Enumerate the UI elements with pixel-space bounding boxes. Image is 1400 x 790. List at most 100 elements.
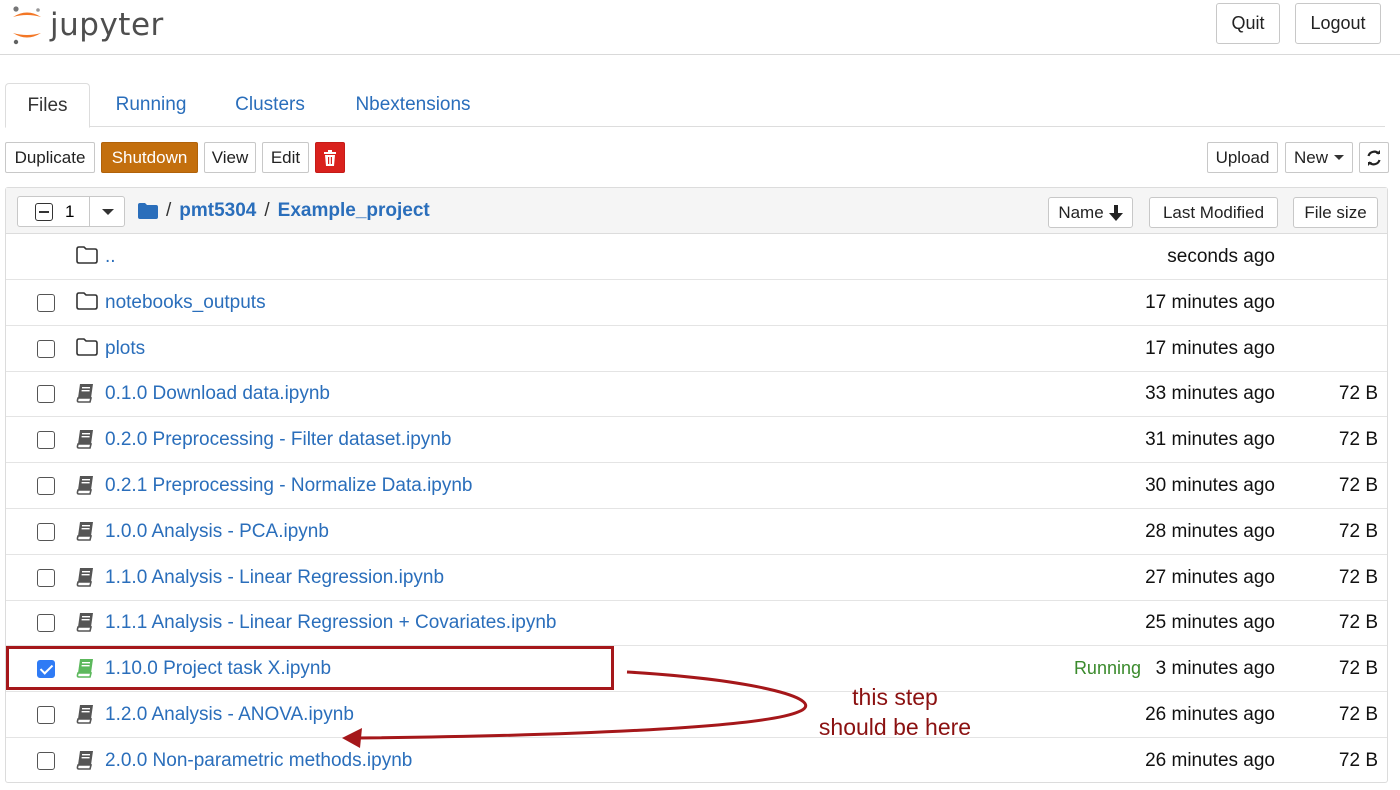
file-row[interactable]: plots 17 minutes ago [6, 326, 1387, 372]
view-button[interactable]: View [204, 142, 256, 173]
select-all-dropdown[interactable]: 1 [17, 196, 125, 227]
new-button-label: New [1294, 147, 1329, 167]
row-checkbox[interactable] [37, 751, 55, 770]
row-checkbox[interactable] [37, 706, 55, 724]
notebook-icon [76, 383, 98, 404]
file-size: 72 B [1338, 612, 1378, 634]
file-size: 72 B [1338, 704, 1378, 725]
last-modified: 25 minutes ago [1145, 612, 1275, 634]
file-row[interactable]: 0.1.0 Download data.ipynb 33 minutes ago 7… [6, 371, 1387, 418]
tab-clusters[interactable]: Clusters [225, 83, 315, 127]
app-header: jupyter Quit Logout [0, 0, 1400, 55]
breadcrumb-separator: / [264, 200, 270, 221]
file-row[interactable]: 1.2.0 Analysis - ANOVA.ipynb 26 minutes a… [6, 692, 1387, 738]
folder-icon [76, 291, 98, 312]
tab-files[interactable]: Files [5, 83, 90, 128]
file-row[interactable]: notebooks_outputs 17 minutes ago [6, 280, 1387, 326]
file-name-link[interactable]: notebooks_outputs [105, 292, 266, 314]
file-row[interactable]: .. seconds ago [6, 234, 1387, 280]
breadcrumb: / pmt5304 / Example_project [138, 199, 430, 223]
file-size: 72 B [1338, 383, 1378, 405]
file-name-link[interactable]: .. [105, 246, 116, 268]
breadcrumb-segment[interactable]: Example_project [278, 200, 430, 222]
last-modified: 26 minutes ago [1145, 704, 1275, 725]
file-name-link[interactable]: plots [105, 338, 145, 360]
row-checkbox[interactable] [37, 614, 55, 633]
file-name-link[interactable]: 0.2.0 Preprocessing - Filter dataset.ipy… [105, 429, 451, 451]
last-modified: 17 minutes ago [1145, 291, 1275, 313]
row-checkbox[interactable] [37, 431, 55, 450]
sort-by-size-button[interactable]: File size [1293, 197, 1378, 228]
row-checkbox[interactable] [37, 339, 55, 358]
tab-bar: Files Running Clusters Nbextensions [5, 83, 1385, 128]
notebook-icon [76, 521, 98, 541]
jupyter-logo-icon [13, 6, 41, 45]
file-size: 72 B [1338, 520, 1378, 542]
notebook-icon [76, 612, 98, 633]
annotation-line-2: should be here [818, 714, 972, 740]
file-name-link[interactable]: 1.1.1 Analysis - Linear Regression + Cov… [105, 612, 557, 634]
trash-icon [324, 149, 336, 166]
delete-button[interactable] [315, 142, 345, 173]
file-row[interactable]: 1.0.0 Analysis - PCA.ipynb 28 minutes ago… [6, 509, 1387, 555]
refresh-button[interactable] [1359, 142, 1389, 173]
last-modified: 3 minutes ago [1155, 658, 1275, 680]
chevron-down-icon [1334, 155, 1345, 160]
file-list-header: 1 / pmt5304 / Example_project Name Last … [6, 188, 1387, 234]
dropdown-divider [89, 197, 90, 226]
file-size: 72 B [1338, 566, 1378, 588]
last-modified: 31 minutes ago [1145, 429, 1275, 451]
tab-running[interactable]: Running [103, 83, 199, 127]
jupyter-logo[interactable]: jupyter [10, 2, 164, 48]
upload-button[interactable]: Upload [1207, 142, 1278, 173]
file-row[interactable]: 1.1.1 Analysis - Linear Regression + Cov… [6, 600, 1387, 647]
file-row[interactable]: 0.2.1 Preprocessing - Normalize Data.ipy… [6, 463, 1387, 509]
annotation-note: this step should be here [800, 682, 990, 742]
notebook-icon [76, 475, 98, 495]
logo-text: jupyter [50, 7, 164, 43]
file-name-link[interactable]: 1.0.0 Analysis - PCA.ipynb [105, 521, 329, 543]
breadcrumb-root[interactable]: / [166, 200, 171, 222]
new-dropdown-button[interactable]: New [1285, 142, 1353, 173]
selected-count: 1 [65, 201, 75, 221]
last-modified: 27 minutes ago [1145, 566, 1275, 588]
file-row[interactable]: 1.1.0 Analysis - Linear Regression.ipynb… [6, 555, 1387, 601]
breadcrumb-segment[interactable]: pmt5304 [179, 200, 256, 222]
sort-name-label: Name [1058, 202, 1104, 222]
file-size: 72 B [1338, 429, 1378, 451]
row-checkbox[interactable] [37, 293, 55, 312]
row-checkbox[interactable] [37, 522, 55, 541]
file-name-link[interactable]: 0.2.1 Preprocessing - Normalize Data.ipy… [105, 475, 473, 497]
annotation-highlight-box [6, 646, 614, 690]
shutdown-button[interactable]: Shutdown [101, 142, 198, 173]
quit-button[interactable]: Quit [1216, 3, 1280, 44]
file-name-link[interactable]: 1.1.0 Analysis - Linear Regression.ipynb [105, 567, 444, 589]
row-checkbox[interactable] [37, 385, 55, 404]
sort-by-modified-button[interactable]: Last Modified [1149, 197, 1278, 228]
file-row[interactable]: 0.2.0 Preprocessing - Filter dataset.ipy… [6, 417, 1387, 464]
notebook-icon [76, 567, 98, 587]
file-row[interactable]: 2.0.0 Non-parametric methods.ipynb 26 min… [6, 738, 1387, 784]
last-modified: seconds ago [1167, 246, 1275, 267]
running-status: Running [1073, 658, 1141, 679]
row-checkbox[interactable] [37, 477, 55, 495]
file-list: 1 / pmt5304 / Example_project Name Last … [5, 187, 1388, 783]
duplicate-button[interactable]: Duplicate [5, 142, 95, 173]
sort-by-name-button[interactable]: Name [1048, 197, 1133, 228]
file-size: 72 B [1338, 475, 1378, 496]
logout-button[interactable]: Logout [1295, 3, 1381, 44]
row-checkbox[interactable] [37, 568, 55, 587]
notebook-icon [76, 704, 98, 724]
arrow-down-icon [1108, 204, 1123, 221]
chevron-down-icon[interactable] [102, 209, 114, 215]
tab-nbextensions[interactable]: Nbextensions [347, 83, 479, 127]
edit-button[interactable]: Edit [262, 142, 309, 173]
last-modified: 33 minutes ago [1145, 383, 1275, 405]
folder-icon [76, 246, 98, 266]
file-name-link[interactable]: 0.1.0 Download data.ipynb [105, 383, 330, 405]
folder-icon[interactable] [138, 203, 158, 219]
file-name-link[interactable]: 2.0.0 Non-parametric methods.ipynb [105, 750, 412, 772]
select-all-checkbox[interactable] [35, 202, 53, 221]
file-name-link[interactable]: 1.2.0 Analysis - ANOVA.ipynb [105, 704, 354, 726]
notebook-icon [76, 750, 98, 770]
